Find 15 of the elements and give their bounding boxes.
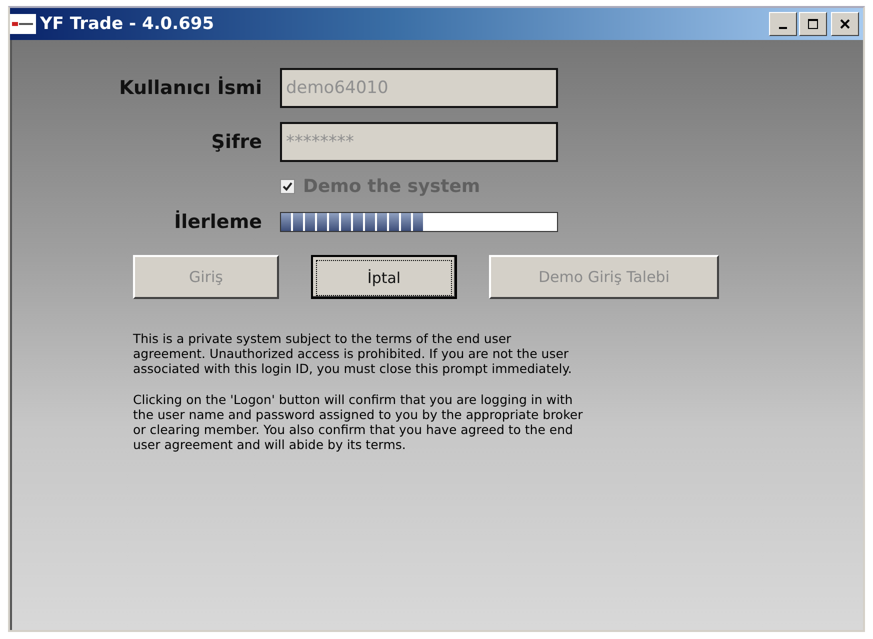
app-logo-icon — [10, 14, 36, 34]
maximize-button[interactable] — [799, 12, 827, 36]
minimize-button[interactable] — [769, 12, 797, 36]
maximize-icon — [807, 18, 819, 30]
close-icon — [839, 18, 851, 30]
field-label: Kullanıcı İsmi — [118, 77, 262, 99]
checkmark-icon — [282, 181, 293, 192]
progress-label: İlerleme — [173, 211, 262, 233]
close-button[interactable] — [831, 12, 859, 36]
notice-paragraph: This is a private system subject to the terms of the end user agreement. Unauthorized access is prohibited. If you are not the user associated with this login ID, you must close this prompt immediately. — [133, 331, 573, 376]
notice-paragraph: Clicking on the 'Logon' button will confirm that you are logging in with the user name and password assigned to you by the appropriate broker or clearing member. You also confirm that you have agreed to the end user agreement and will abide by its terms. — [133, 392, 584, 452]
window-title: YF Trade - 4.0.695 — [40, 14, 216, 34]
dialog-button[interactable]: İptal — [311, 255, 457, 299]
field-label: Şifre — [210, 131, 262, 153]
minimize-icon — [779, 27, 787, 29]
